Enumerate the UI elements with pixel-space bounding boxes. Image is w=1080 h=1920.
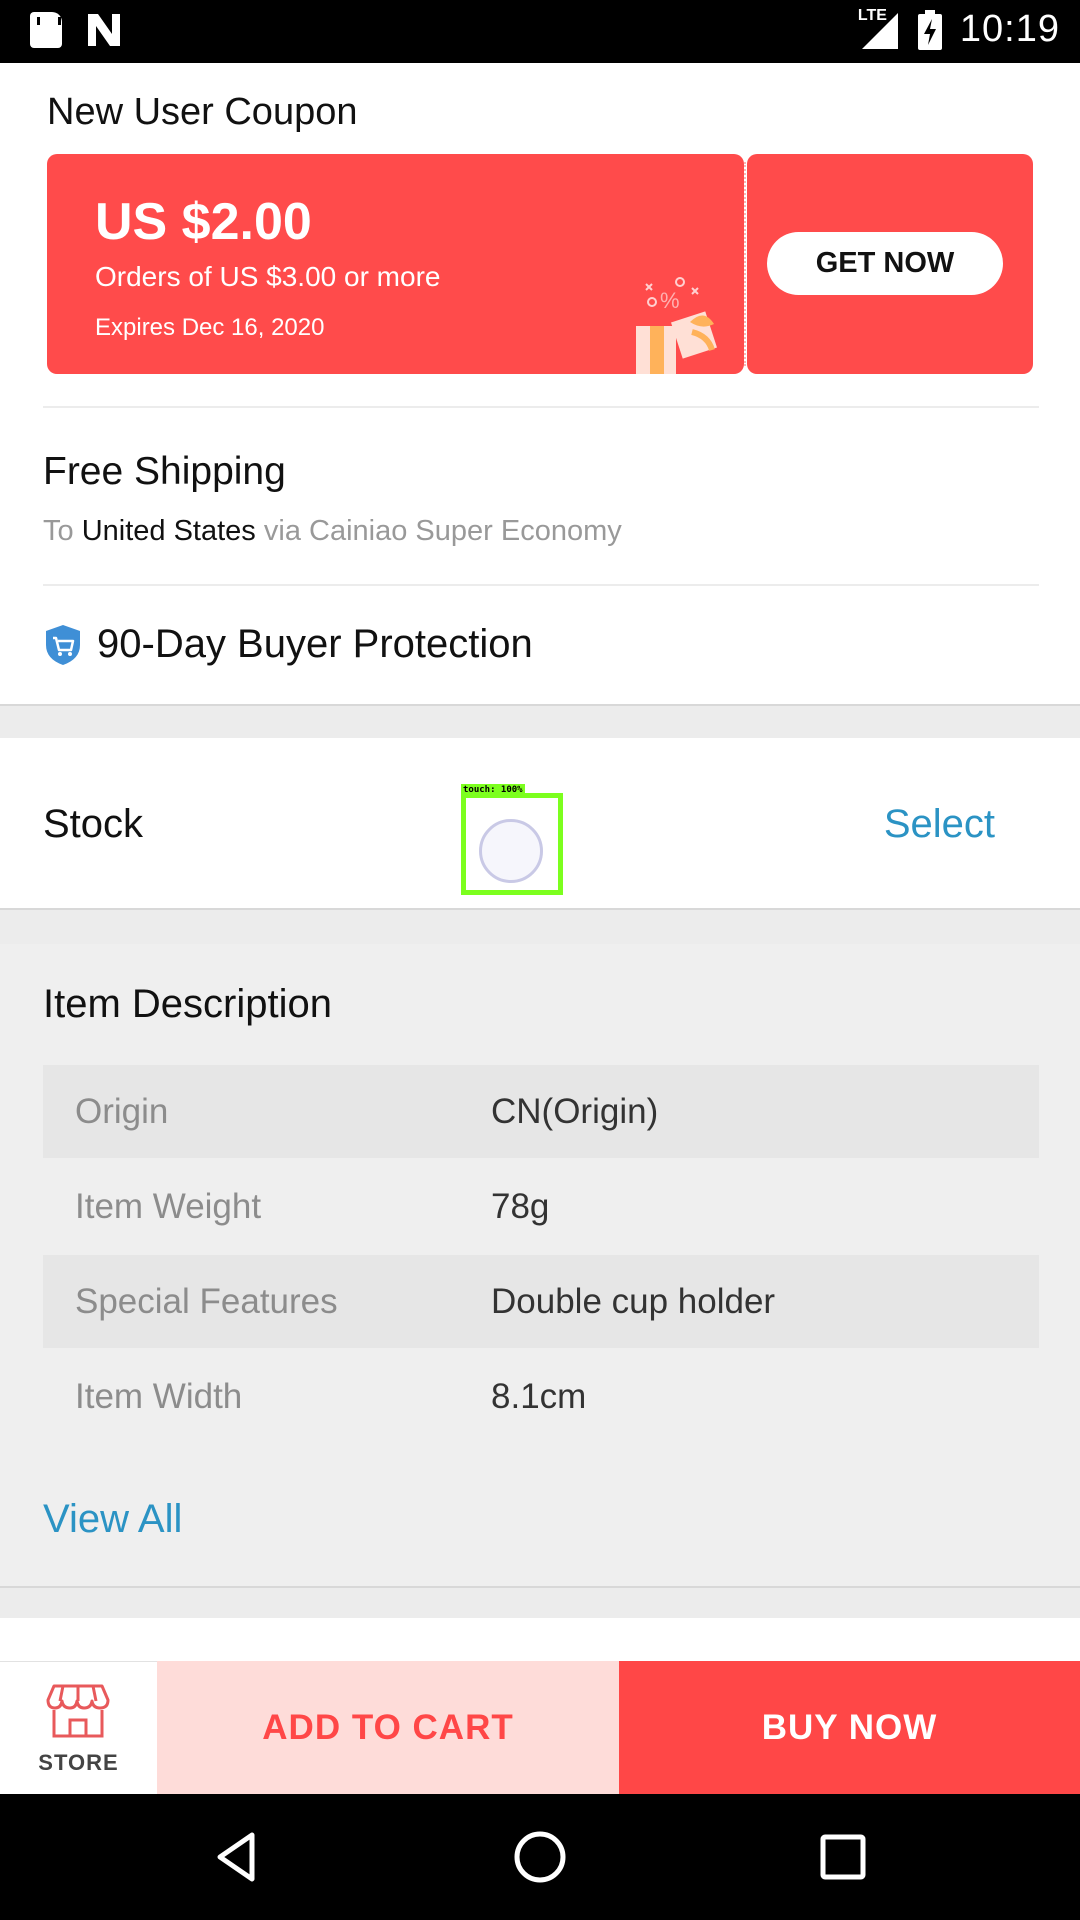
item-description-section: Item Description Origin CN(Origin) Item … — [0, 944, 1080, 1586]
spec-row: Special Features Double cup holder — [43, 1255, 1039, 1348]
coupon-perforation — [744, 162, 746, 366]
store-button[interactable]: STORE — [0, 1661, 157, 1794]
spec-key: Item Width — [75, 1377, 243, 1416]
coupon-ticket[interactable]: US $2.00 Orders of US $3.00 or more Expi… — [41, 154, 1039, 374]
get-now-button[interactable]: GET NOW — [767, 232, 1003, 295]
spec-key: Special Features — [75, 1282, 338, 1321]
spec-key: Origin — [75, 1092, 169, 1131]
spec-row: Origin CN(Origin) — [43, 1065, 1039, 1158]
back-icon[interactable] — [208, 1827, 268, 1887]
home-icon[interactable] — [510, 1827, 570, 1887]
spec-value: 78g — [491, 1187, 550, 1226]
status-bar-notifications — [30, 12, 124, 48]
coupon-condition: Orders of US $3.00 or more — [95, 261, 441, 292]
spec-row: Item Width 8.1cm — [43, 1350, 1039, 1443]
recents-icon[interactable] — [813, 1827, 873, 1887]
shipping-method: via Cainiao Super Economy — [263, 515, 622, 547]
buy-now-button[interactable]: BUY NOW — [619, 1661, 1080, 1794]
buyer-protection-row[interactable]: 90-Day Buyer Protection — [43, 622, 533, 667]
buyer-protection-label: 90-Day Buyer Protection — [97, 622, 533, 666]
store-label: STORE — [38, 1750, 119, 1775]
lte-signal-icon: LTE — [857, 6, 900, 51]
shipping-destination: United States — [81, 515, 256, 547]
spec-value: CN(Origin) — [491, 1092, 659, 1131]
section-separator — [0, 910, 1080, 944]
coupon-stub: GET NOW — [747, 154, 1039, 374]
network-type: LTE — [857, 6, 887, 24]
bottom-action-bar: STORE ADD TO CART BUY NOW — [0, 1661, 1080, 1794]
coupon-body: US $2.00 Orders of US $3.00 or more Expi… — [41, 154, 744, 374]
spec-value: 8.1cm — [491, 1377, 587, 1416]
store-icon — [46, 1682, 110, 1740]
status-time: 10:19 — [959, 8, 1060, 50]
spec-value: Double cup holder — [491, 1282, 776, 1321]
spec-row: Item Weight 78g — [43, 1160, 1039, 1253]
shipping-to-label: To — [43, 515, 74, 547]
divider — [43, 406, 1039, 408]
spec-key: Item Weight — [75, 1187, 262, 1226]
touch-point — [479, 819, 543, 883]
stock-label: Stock — [43, 802, 144, 846]
section-separator — [0, 704, 1080, 738]
n-notification-icon — [84, 12, 124, 48]
shipping-title[interactable]: Free Shipping — [43, 450, 286, 494]
section-separator — [0, 1586, 1080, 1618]
coupon-expiry: Expires Dec 16, 2020 — [95, 314, 325, 341]
coupon-amount: US $2.00 — [95, 193, 312, 251]
svg-text:%: % — [660, 288, 680, 313]
sd-card-icon — [30, 12, 62, 48]
coupon-section: New User Coupon US $2.00 Orders of US $3… — [0, 63, 1080, 408]
battery-charging-icon — [917, 9, 942, 50]
coupon-title: New User Coupon — [47, 91, 358, 133]
stock-select-link[interactable]: Select — [884, 802, 995, 847]
view-all-link[interactable]: View All — [43, 1497, 182, 1542]
shipping-detail[interactable]: To United States via Cainiao Super Econo… — [43, 515, 622, 548]
shield-cart-icon — [43, 623, 83, 667]
status-bar-system: LTE 10:19 — [857, 6, 1060, 51]
add-to-cart-button[interactable]: ADD TO CART — [157, 1661, 619, 1794]
item-description-title: Item Description — [43, 982, 332, 1026]
stock-row[interactable]: Stock touch: 100% Select — [0, 738, 1080, 910]
status-bar: LTE 10:19 — [0, 0, 1080, 63]
gift-box-icon: % — [632, 274, 732, 374]
divider — [43, 584, 1039, 586]
system-navigation-bar — [0, 1794, 1080, 1920]
